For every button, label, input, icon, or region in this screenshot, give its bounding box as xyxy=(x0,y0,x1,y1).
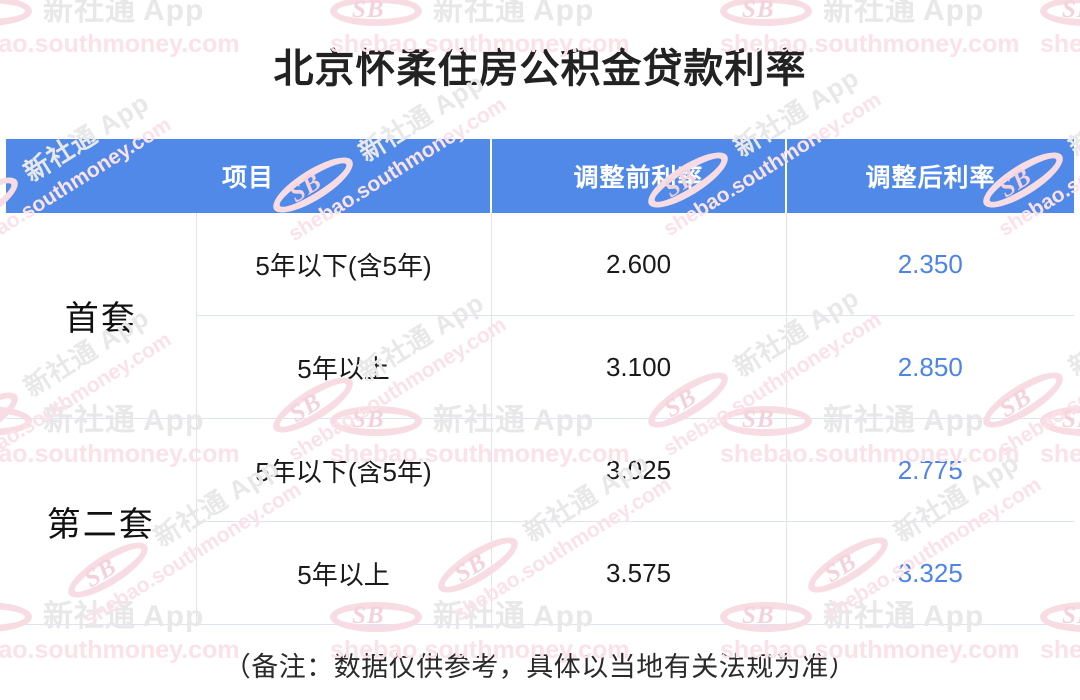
rate-before: 2.600 xyxy=(491,213,787,316)
footer-note: （备注：数据仅供参考，具体以当地有关法规为准） xyxy=(223,652,857,682)
rate-before: 3.025 xyxy=(491,418,787,522)
rate-after: 2.850 xyxy=(786,315,1075,419)
term-label: 5年以下(含5年) xyxy=(196,213,492,316)
group-label-first: 首套 xyxy=(6,213,197,419)
watermark-brand: SB新社通App xyxy=(1040,0,1080,28)
table-header: 项目 调整前利率 调整后利率 xyxy=(6,139,1075,213)
watermark-brand: SB 新社通 App xyxy=(0,0,240,28)
shebao-logo-icon: SB xyxy=(720,0,816,28)
table-header-row: 项目 调整前利率 调整后利率 xyxy=(6,139,1075,213)
watermark-brand-en: App xyxy=(533,0,595,27)
rate-after: 3.325 xyxy=(786,521,1075,625)
column-header-before: 调整前利率 xyxy=(490,139,787,213)
watermark-brand-cn: 新社通 xyxy=(433,0,526,27)
watermark-brand-cn: 新社通 xyxy=(43,0,136,27)
group-label-second: 第二套 xyxy=(6,418,197,625)
rate-before: 3.575 xyxy=(491,521,787,625)
shebao-logo-icon: SB xyxy=(1040,0,1080,28)
column-header-item: 项目 xyxy=(6,139,492,213)
table-row: 首套 5年以下(含5年) 2.600 2.350 xyxy=(6,213,1075,419)
rate-after: 2.350 xyxy=(786,213,1075,316)
table-body: 首套 5年以下(含5年) 2.600 2.350 5年以上 3.100 2.85… xyxy=(6,213,1075,625)
watermark-brand: SB 新社通 App xyxy=(330,0,630,28)
term-label: 5年以上 xyxy=(196,315,492,419)
shebao-logo-icon: SB xyxy=(0,0,36,28)
watermark-brand-en: App xyxy=(143,0,205,27)
term-label: 5年以上 xyxy=(196,521,492,625)
table-row: 第二套 5年以下(含5年) 3.025 2.775 xyxy=(6,418,1075,625)
rate-after: 2.775 xyxy=(786,418,1075,522)
watermark-brand-en: App xyxy=(923,0,985,27)
page-title: 北京怀柔住房公积金贷款利率 xyxy=(273,47,807,91)
rate-before: 3.100 xyxy=(491,315,787,419)
term-label: 5年以下(含5年) xyxy=(196,418,492,522)
shebao-logo-icon: SB xyxy=(330,0,426,28)
column-header-after: 调整后利率 xyxy=(785,139,1075,213)
rate-table: 项目 调整前利率 调整后利率 首套 5年以下(含5年) 2.600 2.350 … xyxy=(6,139,1075,625)
watermark-brand-en: App xyxy=(93,87,155,141)
watermark-brand-cn: 新社通 xyxy=(823,0,916,27)
watermark-brand: SB 新社通 App xyxy=(720,0,1020,28)
